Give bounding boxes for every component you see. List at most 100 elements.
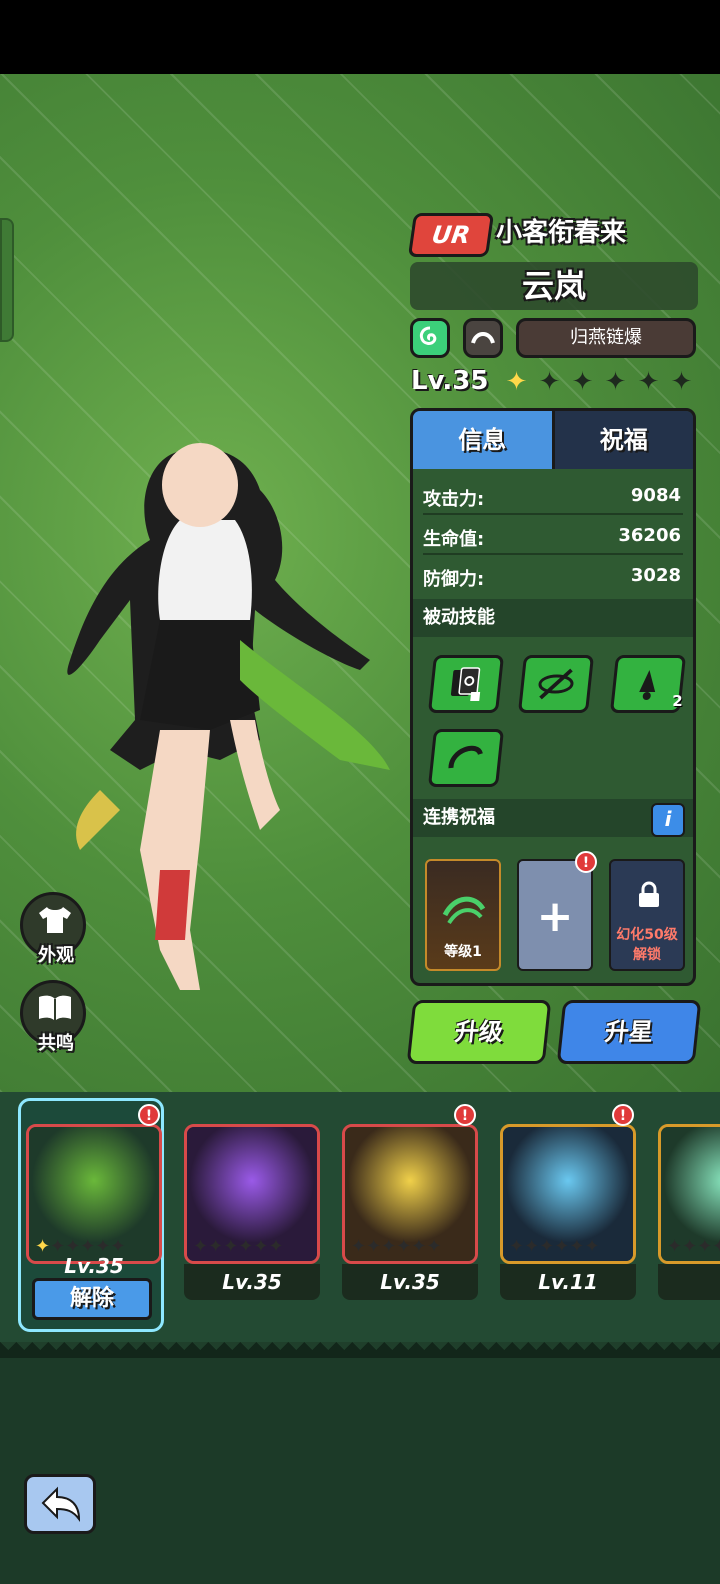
hero-blade bbox=[76, 790, 120, 850]
star-empty-icon: ✦ bbox=[571, 367, 594, 397]
star-empty-icon: ✦ bbox=[65, 1236, 81, 1257]
hero-name: 云岚 bbox=[521, 267, 586, 305]
card-star-row: ✦✦✦✦✦✦ bbox=[193, 1237, 284, 1257]
blessing-slot-locked[interactable]: 幻化50级解锁 bbox=[609, 859, 685, 971]
info-panel: 信息 祝福 攻击力: 9084 生命值: 36206 防御力: 3028 被动技… bbox=[410, 408, 696, 986]
passive-skill-4[interactable] bbox=[427, 729, 505, 787]
hero-leg-right bbox=[230, 720, 280, 830]
star-empty-icon: ✦ bbox=[509, 1236, 525, 1257]
star-empty-icon: ✦ bbox=[539, 1236, 555, 1257]
hero-top bbox=[158, 520, 252, 620]
stat-defense: 防御力: 3028 bbox=[413, 555, 693, 595]
star-empty-icon: ✦ bbox=[584, 1236, 600, 1257]
star-empty-icon: ✦ bbox=[637, 367, 660, 397]
upgrade-button[interactable]: 升级 bbox=[406, 1000, 552, 1064]
star-empty-icon: ✦ bbox=[524, 1236, 540, 1257]
combo-blessing-label: 连携祝福 bbox=[423, 807, 495, 828]
star-empty-icon: ✦ bbox=[426, 1236, 442, 1257]
hero-face bbox=[162, 443, 238, 527]
status-bar bbox=[0, 0, 720, 74]
star-empty-icon: ✦ bbox=[193, 1236, 209, 1257]
star-empty-icon: ✦ bbox=[366, 1236, 382, 1257]
blessing-slot-add[interactable]: + ! bbox=[517, 851, 597, 971]
star-empty-icon: ✦ bbox=[351, 1236, 367, 1257]
blessing-slot-1[interactable]: 等级1 bbox=[425, 859, 501, 971]
star-empty-icon: ✦ bbox=[223, 1236, 239, 1257]
roster-card[interactable]: ✦✦✦✦✦✦ bbox=[184, 1124, 320, 1264]
star-up-button[interactable]: 升星 bbox=[556, 1000, 702, 1064]
star-empty-icon: ✦ bbox=[50, 1236, 66, 1257]
cards-dice-icon bbox=[450, 667, 481, 701]
release-button[interactable]: 解除 bbox=[32, 1278, 152, 1320]
shirt-icon bbox=[39, 907, 71, 933]
appearance-button[interactable]: 外观 bbox=[20, 892, 86, 966]
roster-card[interactable]: ✦✦✦✦✦✦ bbox=[342, 1124, 478, 1264]
wind-swirl-icon bbox=[442, 896, 486, 925]
back-arrow-icon bbox=[41, 1486, 81, 1523]
class-horn-icon[interactable] bbox=[463, 318, 503, 358]
star-lit-icon: ✦ bbox=[505, 367, 528, 397]
star-empty-icon: ✦ bbox=[670, 367, 693, 397]
card-star-row: ✦✦✦✦✦✦ bbox=[509, 1237, 600, 1257]
hero-star-row: ✦ ✦ ✦ ✦ ✦ ✦ bbox=[502, 368, 696, 397]
star-empty-icon: ✦ bbox=[208, 1236, 224, 1257]
combo-blessing-header: 连携祝福 i bbox=[413, 799, 693, 837]
back-button[interactable] bbox=[24, 1474, 96, 1534]
resonance-label: 共鸣 bbox=[38, 1033, 74, 1054]
hero-title: 小客衔春来 bbox=[496, 218, 627, 248]
lower-background bbox=[0, 1358, 720, 1584]
tab-blessing[interactable]: 祝福 bbox=[554, 411, 693, 469]
book-icon bbox=[39, 995, 71, 1021]
panel-tabs: 信息 祝福 bbox=[413, 411, 693, 469]
stat-value: 36206 bbox=[618, 525, 681, 546]
roster-card[interactable]: ✦✦✦✦✦✦ bbox=[658, 1124, 720, 1264]
star-empty-icon: ✦ bbox=[80, 1236, 96, 1257]
swirl-icon bbox=[419, 326, 437, 345]
roster-divider bbox=[0, 1342, 720, 1358]
lock-icon bbox=[639, 881, 659, 907]
roster-card[interactable]: ✦✦✦✦✦✦ bbox=[500, 1124, 636, 1264]
alert-badge: ! bbox=[575, 851, 597, 873]
star-empty-icon: ✦ bbox=[253, 1236, 269, 1257]
star-empty-icon: ✦ bbox=[110, 1236, 126, 1257]
hero-wrap bbox=[155, 870, 190, 940]
unlock-requirement-line1: 幻化50级 bbox=[616, 927, 678, 943]
rarity-badge: UR bbox=[407, 213, 495, 257]
resonance-button[interactable]: 共鸣 bbox=[20, 980, 86, 1054]
element-wind-icon[interactable] bbox=[410, 318, 450, 358]
hero-level: Lv.35 bbox=[411, 366, 489, 396]
side-drawer-handle[interactable] bbox=[0, 218, 14, 342]
stat-value: 9084 bbox=[630, 485, 681, 506]
info-icon[interactable]: i bbox=[651, 803, 685, 837]
passive-skills-header: 被动技能 bbox=[413, 599, 693, 637]
plus-icon: + bbox=[536, 891, 574, 942]
roster-card[interactable]: ✦✦✦✦✦✦ bbox=[26, 1124, 162, 1264]
passive-skill-3[interactable]: 2 bbox=[609, 655, 687, 713]
hero-leg-left bbox=[140, 730, 210, 990]
passive-count: 2 bbox=[671, 692, 683, 710]
star-empty-icon: ✦ bbox=[538, 367, 561, 397]
stat-label: 生命值: bbox=[423, 529, 485, 550]
unlock-requirement-line2: 解锁 bbox=[633, 947, 661, 963]
star-empty-icon: ✦ bbox=[95, 1236, 111, 1257]
star-empty-icon: ✦ bbox=[268, 1236, 284, 1257]
star-empty-icon: ✦ bbox=[396, 1236, 412, 1257]
star-empty-icon: ✦ bbox=[238, 1236, 254, 1257]
arc-icon bbox=[471, 332, 495, 344]
card-star-row: ✦✦✦✦✦✦ bbox=[667, 1237, 720, 1257]
tab-info[interactable]: 信息 bbox=[413, 411, 555, 469]
star-lit-icon: ✦ bbox=[35, 1236, 51, 1257]
card-star-row: ✦✦✦✦✦✦ bbox=[35, 1237, 126, 1257]
passive-skill-2[interactable] bbox=[517, 655, 595, 713]
slash-orbit-icon bbox=[538, 668, 574, 700]
ultimate-skill-button[interactable]: 归燕链爆 bbox=[516, 318, 696, 358]
star-empty-icon: ✦ bbox=[411, 1236, 427, 1257]
spirit-bell-icon bbox=[639, 670, 656, 700]
blessing-level: 等级1 bbox=[444, 944, 482, 960]
star-empty-icon: ✦ bbox=[569, 1236, 585, 1257]
star-empty-icon: ✦ bbox=[554, 1236, 570, 1257]
passive-skill-1[interactable] bbox=[427, 655, 505, 713]
card-star-row: ✦✦✦✦✦✦ bbox=[351, 1237, 442, 1257]
stat-label: 攻击力: bbox=[423, 489, 485, 510]
unlock-requirement: 幻化50级解锁 bbox=[611, 925, 683, 965]
